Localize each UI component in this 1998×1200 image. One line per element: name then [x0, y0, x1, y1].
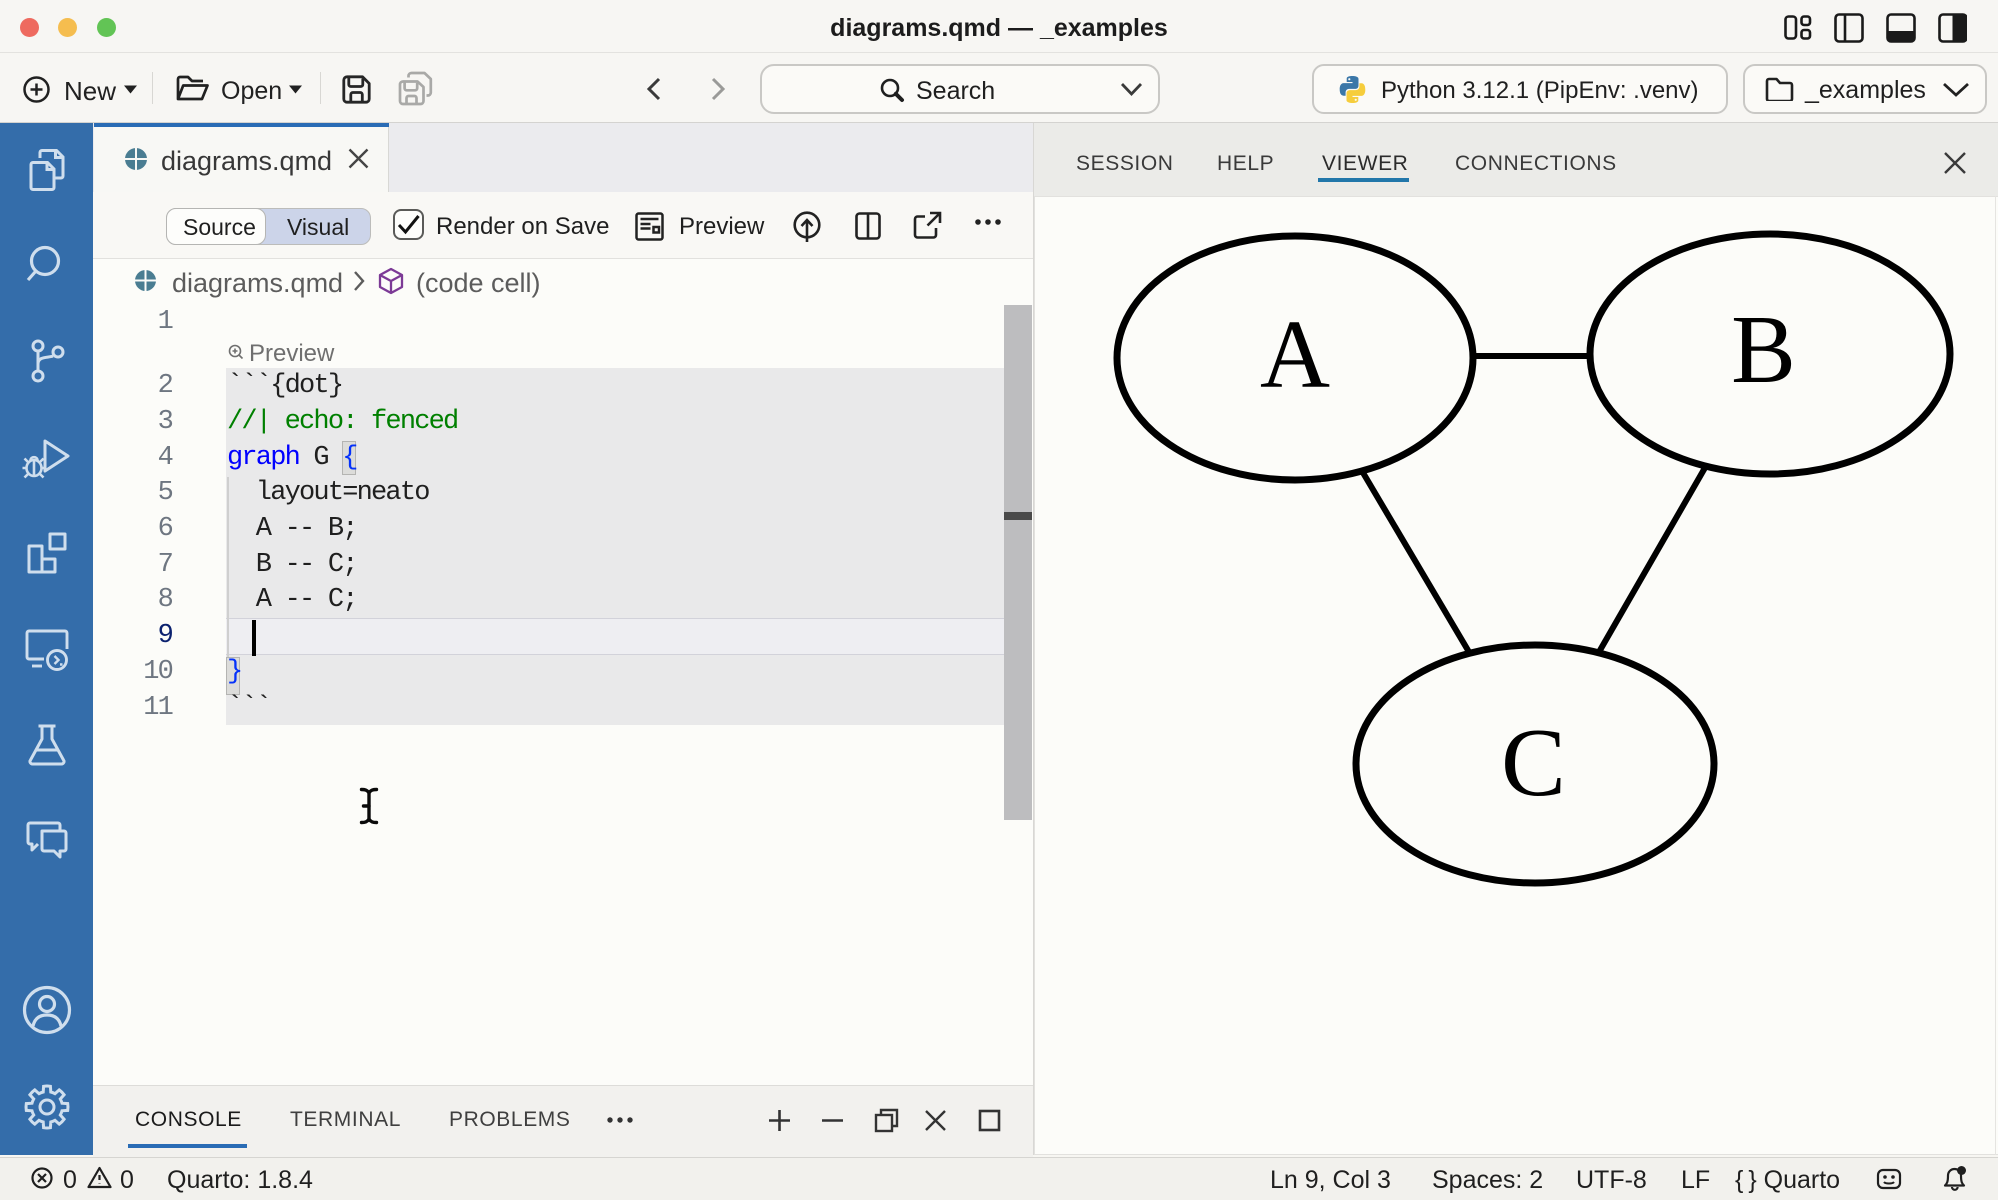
svg-text:B: B — [1731, 296, 1796, 403]
svg-text:A: A — [1260, 301, 1330, 408]
svg-text:C: C — [1501, 709, 1566, 816]
